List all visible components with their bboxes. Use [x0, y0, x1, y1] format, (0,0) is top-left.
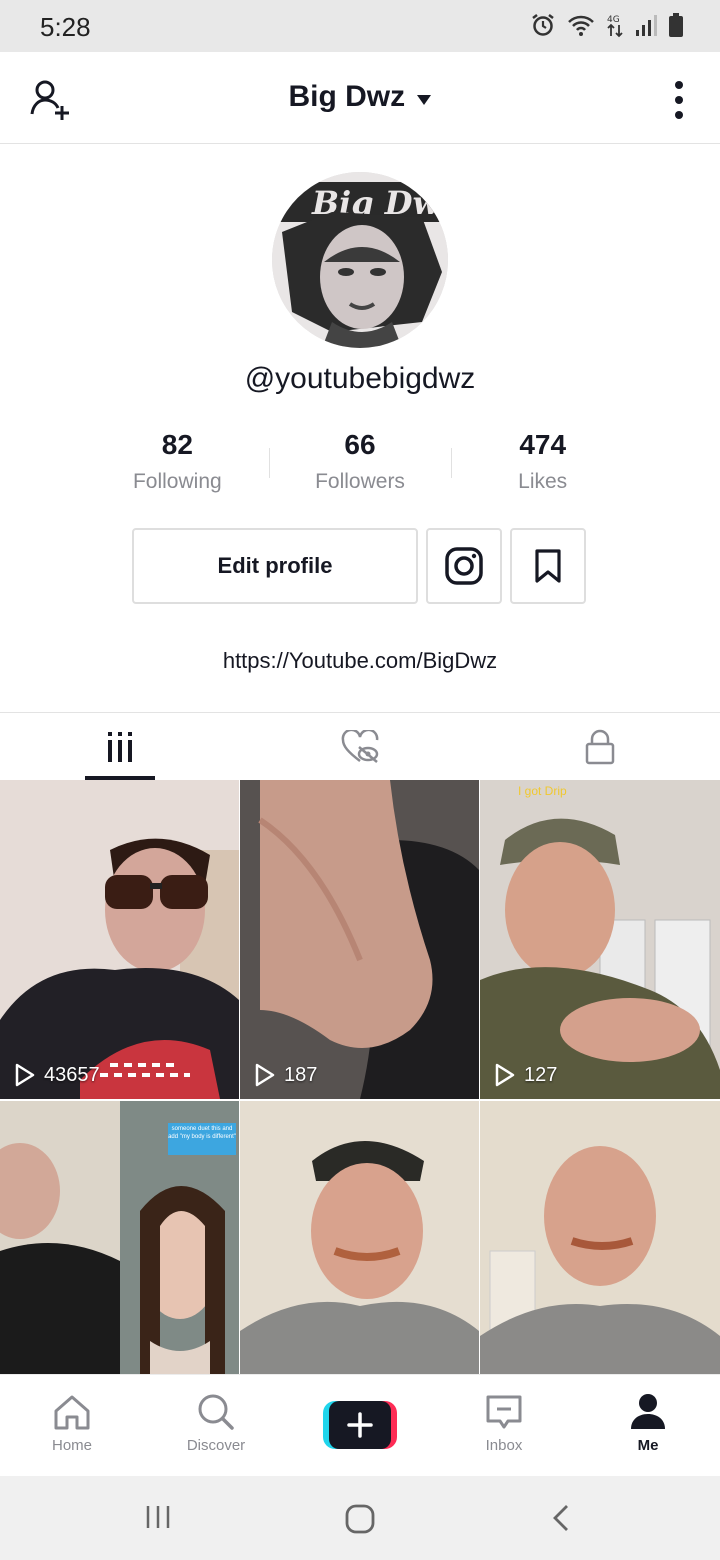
nav-label: Inbox: [485, 1437, 523, 1454]
home-icon: [54, 1395, 90, 1430]
video-thumbnail[interactable]: I got Drip 127: [480, 780, 720, 1099]
favorites-button[interactable]: [510, 528, 586, 604]
video-thumbnail[interactable]: [480, 1101, 720, 1374]
system-navigation-bar: [0, 1476, 720, 1560]
alarm-icon: [532, 14, 554, 36]
view-count: 43657: [14, 1063, 100, 1087]
video-grid: 43657 187 I got Drip 127 someone duet th…: [0, 780, 720, 1374]
data-4g-icon: 4G: [607, 15, 623, 38]
tab-private[interactable]: [480, 713, 720, 780]
home-system-icon[interactable]: [344, 1504, 376, 1539]
profile-header: Big Dwz: [0, 52, 720, 144]
tab-liked[interactable]: [240, 713, 480, 780]
instagram-button[interactable]: [426, 528, 502, 604]
nav-me[interactable]: Me: [576, 1375, 720, 1476]
view-count: 127: [494, 1063, 557, 1087]
recent-apps-icon[interactable]: [144, 1504, 172, 1535]
view-count-text: 43657: [44, 1063, 100, 1086]
back-icon[interactable]: [550, 1504, 572, 1537]
nav-create[interactable]: [288, 1375, 432, 1476]
account-switcher[interactable]: Big Dwz: [0, 80, 720, 114]
stat-followers[interactable]: 66 Followers: [268, 428, 452, 498]
signal-icon: [636, 15, 657, 36]
search-icon: [198, 1394, 234, 1430]
stat-following[interactable]: 82 Following: [86, 428, 269, 498]
video-thumbnail[interactable]: 43657: [0, 780, 239, 1099]
video-thumbnail[interactable]: [240, 1101, 479, 1374]
video-image: [240, 780, 479, 1099]
view-count: 187: [254, 1063, 317, 1087]
video-thumbnail[interactable]: someone duet this and add "my body is di…: [0, 1101, 239, 1374]
grid-icon: [108, 731, 132, 762]
profile-icon: [631, 1394, 665, 1429]
stat-value: 82: [161, 429, 193, 460]
nav-discover[interactable]: Discover: [144, 1375, 288, 1476]
video-caption-overlay: I got Drip: [518, 784, 567, 798]
stat-value: 66: [344, 429, 376, 460]
profile-actions: Edit profile: [132, 528, 586, 604]
nav-home[interactable]: Home: [0, 1375, 144, 1476]
avatar[interactable]: Big Dwz: [272, 172, 448, 348]
status-time: 5:28: [40, 12, 91, 42]
nav-inbox[interactable]: Inbox: [432, 1375, 576, 1476]
status-bar: 5:28 4G: [0, 0, 720, 52]
video-image: [0, 780, 239, 1099]
video-image: [240, 1101, 479, 1374]
lock-icon: [585, 729, 615, 764]
stat-likes[interactable]: 474 Likes: [451, 428, 634, 498]
bottom-navigation: Home Discover Inbox Me: [0, 1374, 720, 1476]
video-image: [480, 1101, 720, 1374]
profile-tabs: [0, 712, 720, 780]
caret-down-icon: [416, 93, 432, 111]
nav-label: Me: [637, 1437, 659, 1454]
bookmark-icon: [535, 549, 561, 583]
nav-label: Home: [51, 1437, 92, 1454]
edit-profile-button[interactable]: Edit profile: [132, 528, 418, 604]
bio-link[interactable]: https://Youtube.com/BigDwz: [0, 648, 720, 674]
play-icon: [495, 1063, 515, 1087]
username-handle: @youtubebigdwz: [244, 362, 476, 395]
tab-videos[interactable]: [0, 713, 240, 780]
video-image: [480, 780, 720, 1099]
nav-label: Discover: [186, 1437, 246, 1454]
more-options-icon[interactable]: [672, 80, 686, 120]
page-title: Big Dwz: [288, 80, 406, 113]
battery-icon: [669, 13, 683, 37]
stat-label: Likes: [518, 470, 568, 493]
svg-text:4G: 4G: [607, 15, 620, 25]
wifi-icon: [568, 15, 594, 36]
view-count-text: 127: [524, 1063, 558, 1086]
play-icon: [15, 1063, 35, 1087]
status-icons: 4G: [530, 12, 684, 38]
stat-label: Following: [132, 470, 222, 493]
play-icon: [255, 1063, 275, 1087]
inbox-icon: [486, 1395, 522, 1429]
video-caption-overlay: someone duet this and add "my body is di…: [168, 1126, 236, 1140]
profile-stats: 82 Following 66 Followers 474 Likes: [86, 428, 634, 498]
instagram-icon: [445, 547, 483, 585]
create-button[interactable]: [323, 1401, 397, 1449]
view-count-text: 187: [284, 1063, 318, 1086]
video-thumbnail[interactable]: 187: [240, 780, 479, 1099]
liked-hidden-icon: [341, 729, 379, 763]
plus-icon: [347, 1412, 373, 1438]
stat-label: Followers: [315, 470, 405, 493]
stat-value: 474: [519, 429, 567, 460]
